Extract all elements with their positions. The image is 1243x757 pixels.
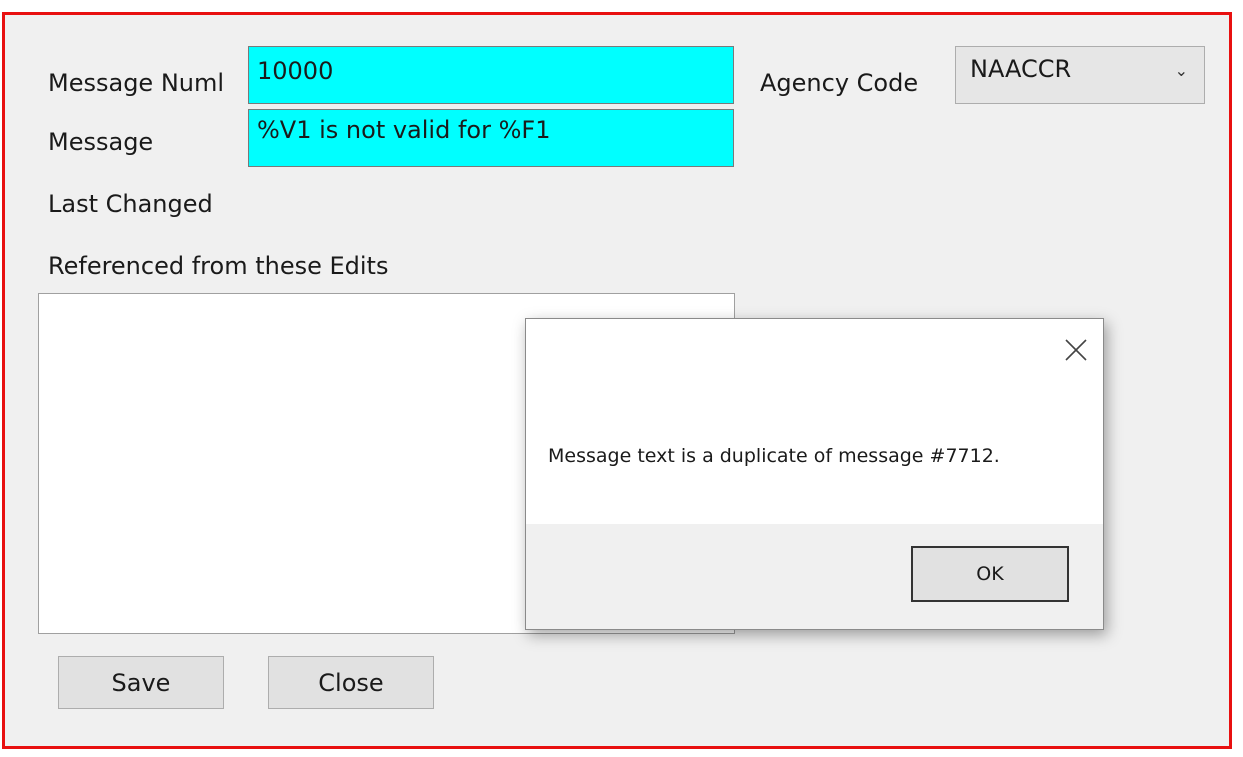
save-button[interactable]: Save — [58, 656, 224, 709]
ok-button[interactable]: OK — [911, 546, 1069, 602]
message-input[interactable]: %V1 is not valid for %F1 — [248, 109, 734, 167]
agency-code-value: NAACCR — [970, 55, 1072, 83]
dialog-message-text: Message text is a duplicate of message #… — [548, 445, 1000, 467]
message-label: Message — [48, 128, 154, 156]
referenced-edits-label: Referenced from these Edits — [48, 252, 389, 280]
close-icon[interactable] — [1063, 337, 1089, 363]
duplicate-message-dialog: Message text is a duplicate of message #… — [525, 318, 1104, 630]
message-number-input[interactable]: 10000 — [248, 46, 734, 104]
agency-code-label: Agency Code — [760, 69, 919, 97]
close-button[interactable]: Close — [268, 656, 434, 709]
last-changed-label: Last Changed — [48, 190, 213, 218]
dialog-button-bar: OK — [526, 524, 1103, 629]
message-number-label: Message Numl — [48, 69, 225, 97]
agency-code-select[interactable]: NAACCR ⌄ — [955, 46, 1205, 104]
chevron-down-icon: ⌄ — [1174, 61, 1188, 80]
